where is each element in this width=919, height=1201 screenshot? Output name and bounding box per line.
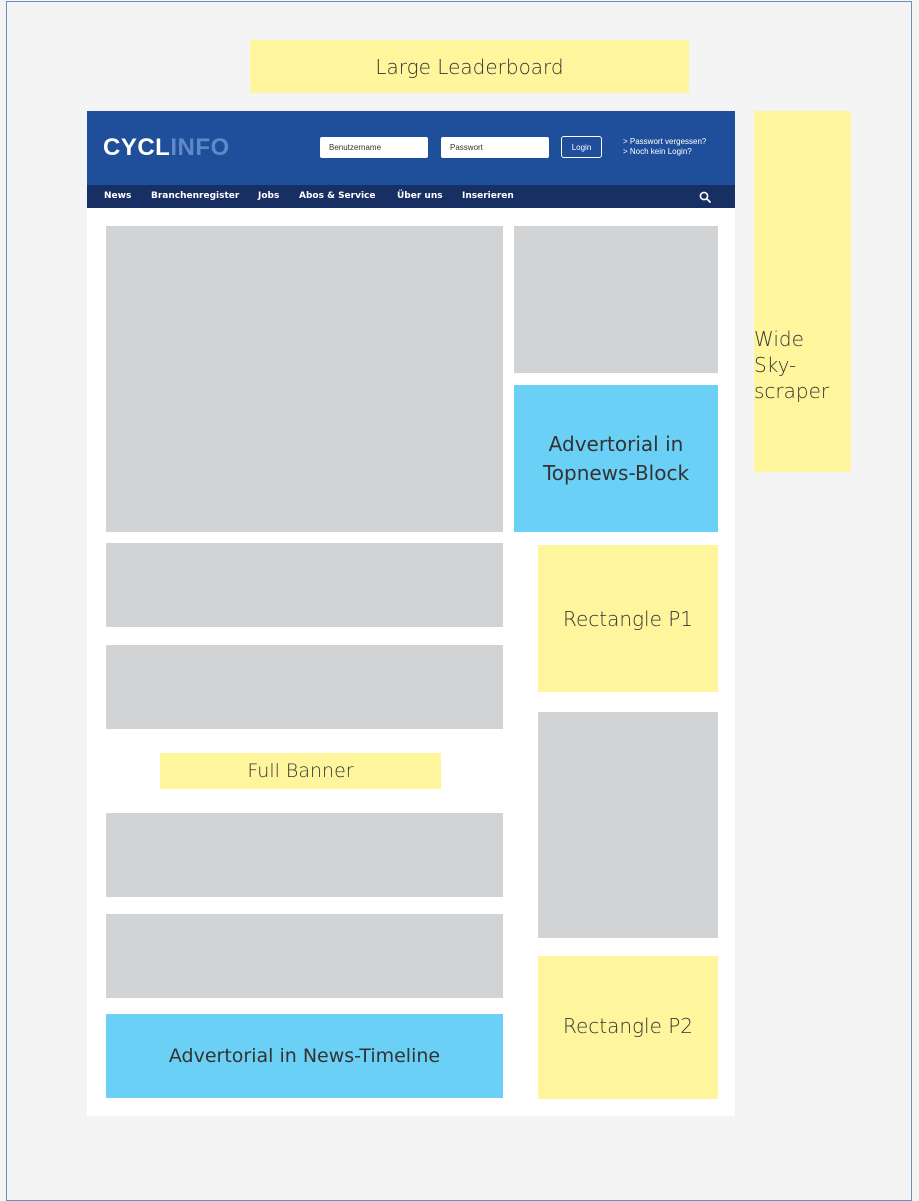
advertorial-news-timeline-label: Advertorial in News-Timeline xyxy=(168,1045,441,1067)
large-leaderboard-ad[interactable]: Large Leaderboard xyxy=(250,40,689,93)
rectangle-p2-label: Rectangle P2 xyxy=(562,1014,694,1038)
nav-item-branchenregister[interactable]: Branchenregister xyxy=(151,185,239,208)
rectangle-p1-ad[interactable]: Rectangle P1 xyxy=(538,545,718,692)
full-banner-ad[interactable]: Full Banner xyxy=(160,753,441,789)
rectangle-p2-ad[interactable]: Rectangle P2 xyxy=(538,956,718,1099)
topnews-side-placeholder xyxy=(514,226,718,373)
logo-part-2: INFO xyxy=(170,134,230,161)
account-links: > Passwort vergessen? > Noch kein Login? xyxy=(623,137,706,157)
nav-item-ueber-uns[interactable]: Über uns xyxy=(397,185,443,208)
wide-skyscraper-label-line2: Sky- xyxy=(754,352,797,377)
wide-skyscraper-ad[interactable]: Wide Sky- scraper xyxy=(754,111,851,472)
news-item-placeholder-2 xyxy=(106,645,503,729)
advertorial-topnews-label-line1: Advertorial in xyxy=(548,431,684,456)
site-logo[interactable]: CYCLINFO xyxy=(103,134,230,162)
nav-item-jobs[interactable]: Jobs xyxy=(258,185,279,208)
wide-skyscraper-label-line3: scraper xyxy=(754,378,830,403)
topnews-main-placeholder xyxy=(106,226,503,532)
large-leaderboard-label: Large Leaderboard xyxy=(375,54,564,79)
advertorial-topnews-label-line2: Topnews-Block xyxy=(542,460,690,485)
no-login-link[interactable]: > Noch kein Login? xyxy=(623,147,706,157)
news-item-placeholder-4 xyxy=(106,914,503,998)
main-nav: News Branchenregister Jobs Abos & Servic… xyxy=(87,185,735,208)
advertorial-topnews-block[interactable]: Advertorial in Topnews-Block xyxy=(514,385,718,532)
full-banner-label: Full Banner xyxy=(247,760,354,782)
nav-item-news[interactable]: News xyxy=(104,185,131,208)
sidebar-placeholder xyxy=(538,712,718,938)
nav-item-inserieren[interactable]: Inserieren xyxy=(462,185,514,208)
advertorial-news-timeline[interactable]: Advertorial in News-Timeline xyxy=(106,1014,503,1098)
nav-item-abos-service[interactable]: Abos & Service xyxy=(299,185,375,208)
rectangle-p1-label: Rectangle P1 xyxy=(562,606,694,631)
logo-part-1: CYCL xyxy=(103,134,171,161)
search-icon[interactable] xyxy=(699,191,711,203)
news-item-placeholder-3 xyxy=(106,813,503,897)
forgot-password-link[interactable]: > Passwort vergessen? xyxy=(623,137,706,147)
login-button[interactable]: Login xyxy=(561,136,602,158)
site-header: CYCLINFO Benutzername Passwort Login > P… xyxy=(87,111,735,185)
password-field[interactable]: Passwort xyxy=(441,137,549,158)
news-item-placeholder-1 xyxy=(106,543,503,627)
username-field[interactable]: Benutzername xyxy=(320,137,428,158)
wide-skyscraper-label-line1: Wide xyxy=(754,326,804,351)
